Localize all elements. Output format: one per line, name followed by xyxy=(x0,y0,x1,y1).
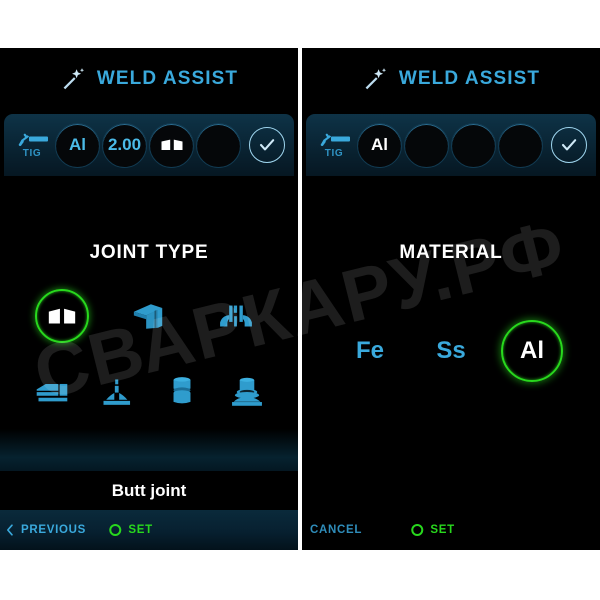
chevron-left-icon xyxy=(6,524,14,536)
step-circle-joint-type[interactable] xyxy=(451,122,496,168)
magic-wand-icon xyxy=(60,66,86,92)
previous-button[interactable]: PREVIOUS xyxy=(0,524,86,536)
right-stepbar: TIG Al xyxy=(306,114,596,176)
step-circle-material-label: Al xyxy=(371,135,388,154)
step-circle-empty[interactable] xyxy=(498,122,543,168)
right-footer: CANCEL SET xyxy=(302,510,600,550)
stepbar-mode-tig[interactable]: TIG xyxy=(311,131,357,159)
magic-wand-icon xyxy=(362,66,388,92)
welding-torch-icon xyxy=(317,131,351,147)
welding-torch-icon xyxy=(15,131,49,147)
previous-button-label: PREVIOUS xyxy=(21,524,87,536)
butt-joint-icon xyxy=(160,135,184,155)
left-header: WELD ASSIST xyxy=(0,48,298,110)
set-indicator-icon xyxy=(109,524,122,536)
page-title: WELD ASSIST xyxy=(96,68,239,89)
step-circle-thickness[interactable] xyxy=(404,122,449,168)
right-body: MATERIAL Fe Ss Al xyxy=(302,176,600,487)
material-option-al-label: Al xyxy=(520,337,544,364)
right-panel-material: WELD ASSIST TIG Al MATERIAL Fe Ss Al CAN… xyxy=(302,48,600,550)
section-title-joint-type: JOINT TYPE xyxy=(89,242,209,263)
material-options: Fe Ss Al xyxy=(331,320,571,382)
page-title: WELD ASSIST xyxy=(398,68,541,89)
step-circle-thickness[interactable]: 2.00 xyxy=(102,122,147,168)
left-panel-joint-type: WELD ASSIST TIG Al 2.00 JOINT TYPE Butt … xyxy=(0,48,298,550)
joint-row-1 xyxy=(18,287,280,345)
left-footer: PREVIOUS SET xyxy=(0,510,298,550)
right-header: WELD ASSIST xyxy=(302,48,600,110)
edge-joint-icon xyxy=(220,305,252,327)
pipe-butt-joint-icon xyxy=(173,377,190,404)
joint-option-pipe-butt-joint[interactable] xyxy=(149,363,214,421)
stepbar-mode-label: TIG xyxy=(324,148,344,159)
cancel-button-label: CANCEL xyxy=(310,524,363,536)
joint-option-edge-joint[interactable] xyxy=(193,287,280,345)
joint-option-corner-joint[interactable] xyxy=(106,287,193,345)
section-title-material: MATERIAL xyxy=(399,242,503,263)
corner-joint-icon xyxy=(133,304,163,329)
joint-row-2 xyxy=(18,363,280,421)
left-fade-strip xyxy=(0,429,298,471)
step-circle-thickness-label: 2.00 xyxy=(107,135,142,154)
set-button-label: SET xyxy=(128,524,153,536)
set-indicator-icon xyxy=(411,524,424,536)
step-circle-material-label: Al xyxy=(69,135,86,154)
tee-joint-icon xyxy=(103,378,130,405)
set-button-label: SET xyxy=(430,524,455,536)
joint-type-grid xyxy=(18,287,280,421)
lap-joint-icon xyxy=(36,383,67,401)
selection-label-band: Butt joint xyxy=(0,471,298,510)
screenshot-root: WELD ASSIST TIG Al 2.00 JOINT TYPE Butt … xyxy=(0,0,600,600)
stepbar-confirm-button[interactable] xyxy=(249,127,285,163)
selection-ring xyxy=(35,289,89,343)
set-button[interactable]: SET xyxy=(411,524,454,536)
left-step-circles: Al 2.00 xyxy=(55,122,249,168)
stepbar-mode-tig[interactable]: TIG xyxy=(9,131,55,159)
material-option-ss-label: Ss xyxy=(436,337,466,364)
left-stepbar: TIG Al 2.00 xyxy=(4,114,294,176)
stepbar-mode-label: TIG xyxy=(22,148,42,159)
joint-option-lap-joint[interactable] xyxy=(19,363,84,421)
checkmark-icon xyxy=(258,136,276,154)
joint-option-pipe-to-plate-joint[interactable] xyxy=(214,363,279,421)
step-circle-joint-type[interactable] xyxy=(149,122,194,168)
pipe-to-plate-joint-icon xyxy=(231,377,262,406)
step-circle-material[interactable]: Al xyxy=(357,122,402,168)
right-step-circles: Al xyxy=(357,122,551,168)
joint-option-butt-joint[interactable] xyxy=(19,287,106,345)
cancel-button[interactable]: CANCEL xyxy=(302,524,362,536)
material-option-fe[interactable]: Fe xyxy=(339,320,401,382)
selected-joint-label: Butt joint xyxy=(111,480,187,500)
checkmark-icon xyxy=(560,136,578,154)
material-option-fe-label: Fe xyxy=(355,337,384,364)
material-option-ss[interactable]: Ss xyxy=(420,320,482,382)
material-option-al[interactable]: Al xyxy=(501,320,563,382)
set-button[interactable]: SET xyxy=(109,524,152,536)
stepbar-confirm-button[interactable] xyxy=(551,127,587,163)
dual-panel-container: WELD ASSIST TIG Al 2.00 JOINT TYPE Butt … xyxy=(0,48,600,550)
step-circle-material[interactable]: Al xyxy=(55,122,100,168)
step-circle-empty[interactable] xyxy=(196,122,241,168)
joint-option-tee-joint[interactable] xyxy=(84,363,149,421)
